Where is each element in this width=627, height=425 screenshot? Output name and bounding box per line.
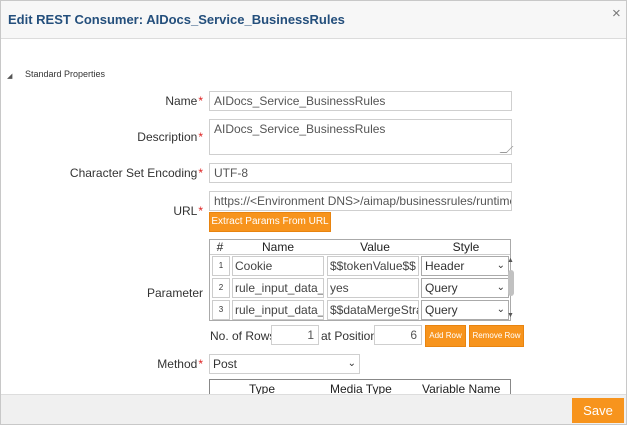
param-style-value: Query [425, 281, 458, 295]
row-number: 1 [212, 256, 230, 276]
table-scrollbar[interactable]: ▲ ▼ [506, 256, 516, 320]
no-of-rows-label: No. of Rows [210, 329, 276, 343]
charset-label: Character Set Encoding* [70, 166, 203, 180]
param-name-input[interactable]: rule_input_data_n [232, 278, 324, 298]
close-icon[interactable]: × [612, 6, 621, 21]
param-value-input[interactable]: $$dataMergeStrat [327, 300, 419, 320]
name-label-text: Name [165, 94, 198, 108]
method-label: Method* [157, 357, 203, 371]
chevron-down-icon: ⌄ [496, 282, 505, 293]
parameter-table: # Name Value Style 1 Cookie $$tokenValue… [209, 239, 514, 321]
method-label-text: Method [157, 357, 198, 371]
method-value: Post [213, 357, 238, 371]
column-header-style: Style [452, 240, 480, 254]
dialog-footer [1, 394, 626, 424]
no-of-rows-input[interactable]: 1 [271, 325, 319, 345]
name-field[interactable]: AIDocs_Service_BusinessRules [209, 91, 512, 111]
column-header-name: Name [261, 240, 294, 254]
row-number: 3 [212, 300, 230, 320]
required-asterisk: * [198, 94, 203, 108]
row-number: 2 [212, 278, 230, 298]
description-text: AIDocs_Service_BusinessRules [214, 122, 386, 136]
variables-table: Type Media Type Variable Name [209, 379, 511, 395]
url-field[interactable]: https://<Environment DNS>/aimap/business… [209, 191, 512, 211]
save-button[interactable]: Save [572, 398, 624, 423]
param-style-value: Header [425, 259, 465, 273]
param-name-input[interactable]: Cookie [232, 256, 324, 276]
param-style-value: Query [425, 303, 458, 317]
required-asterisk: * [198, 204, 203, 218]
dialog-title: Edit REST Consumer: AIDocs_Service_Busin… [8, 12, 345, 27]
required-asterisk: * [198, 357, 203, 371]
parameter-label: Parameter [146, 286, 203, 300]
charset-field[interactable]: UTF-8 [209, 163, 512, 183]
description-label: Description* [137, 130, 203, 144]
scroll-thumb[interactable] [508, 270, 514, 296]
header-divider [210, 254, 510, 255]
param-style-select[interactable]: Query ⌄ [421, 300, 509, 320]
param-value-input[interactable]: $$tokenValue$$ [327, 256, 419, 276]
chevron-down-icon: ⌄ [347, 358, 356, 369]
remove-row-button[interactable]: Remove Row [469, 325, 524, 347]
required-asterisk: * [198, 130, 203, 144]
resize-handle-icon[interactable] [499, 146, 514, 153]
scroll-down-icon[interactable]: ▼ [507, 312, 514, 319]
param-value-input[interactable]: yes [327, 278, 419, 298]
url-label-text: URL [173, 204, 198, 218]
charset-label-text: Character Set Encoding [69, 166, 198, 180]
param-style-select[interactable]: Query ⌄ [421, 278, 509, 298]
url-label: URL* [173, 204, 203, 218]
column-header-number: # [216, 240, 224, 254]
scroll-up-icon[interactable]: ▲ [507, 257, 514, 264]
at-position-label: at Position [321, 329, 378, 343]
section-title-standard-properties[interactable]: Standard Properties [25, 69, 105, 79]
name-label: Name* [165, 94, 203, 108]
dialog-header: Edit REST Consumer: AIDocs_Service_Busin… [1, 1, 626, 39]
method-select[interactable]: Post ⌄ [209, 354, 360, 374]
add-row-button[interactable]: Add Row [425, 325, 466, 347]
param-style-select[interactable]: Header ⌄ [421, 256, 509, 276]
chevron-down-icon: ⌄ [496, 260, 505, 271]
description-label-text: Description [137, 130, 198, 144]
at-position-input[interactable]: 6 [374, 325, 422, 345]
required-asterisk: * [198, 166, 203, 180]
param-name-input[interactable]: rule_input_data_n [232, 300, 324, 320]
extract-params-button[interactable]: Extract Params From URL [209, 212, 331, 232]
chevron-down-icon: ⌄ [496, 304, 505, 315]
description-textarea[interactable]: AIDocs_Service_BusinessRules [209, 119, 514, 155]
edit-rest-consumer-dialog: Edit REST Consumer: AIDocs_Service_Busin… [0, 0, 627, 425]
column-header-value: Value [360, 240, 390, 254]
collapse-triangle-icon[interactable]: ◢ [7, 72, 12, 80]
